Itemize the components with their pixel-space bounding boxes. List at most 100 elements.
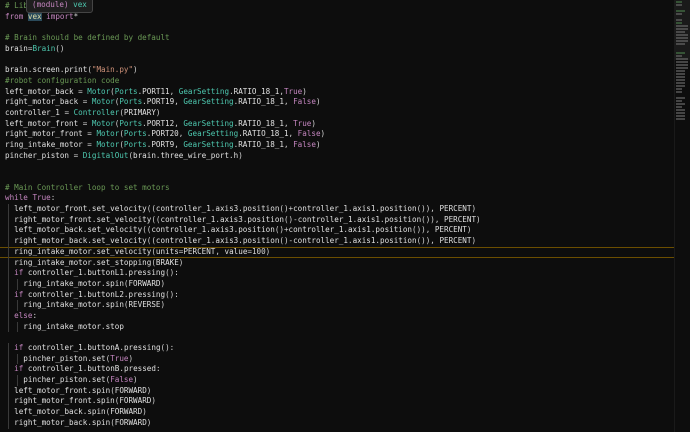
tooltip-prefix: (module) <box>32 0 69 9</box>
code-line[interactable]: pincher_piston = DigitalOut(brain.three_… <box>5 151 675 162</box>
minimap-line <box>676 25 688 27</box>
code-line[interactable]: while True: <box>5 193 675 204</box>
minimap-line <box>676 64 688 66</box>
code-line[interactable]: #robot configuration code <box>5 76 675 87</box>
indent-guide <box>8 310 9 322</box>
minimap-line <box>676 115 685 117</box>
indent-guide <box>8 417 9 429</box>
indent-guide <box>8 214 9 226</box>
minimap-line <box>676 76 685 78</box>
code-line[interactable]: ring_intake_motor.stop <box>5 321 675 333</box>
code-line[interactable] <box>5 332 675 343</box>
code-line[interactable]: left_motor_front.set_velocity((controlle… <box>5 204 675 215</box>
indent-guide <box>8 385 9 397</box>
minimap-line <box>676 37 688 39</box>
indent-guide <box>8 246 9 258</box>
code-editor[interactable]: # Lib from vex import* # Brain should be d… <box>0 0 690 432</box>
code-line[interactable]: # Brain should be defined by default <box>5 33 675 44</box>
code-line[interactable]: # Main Controller loop to set motors <box>5 183 675 194</box>
hover-tooltip: (module) vex <box>26 0 93 13</box>
minimap-line <box>676 106 682 108</box>
indent-guide <box>8 257 9 269</box>
minimap-line <box>676 1 682 3</box>
code-line[interactable]: right_motor_back = Motor(Ports.PORT19, G… <box>5 97 675 108</box>
minimap-slider[interactable] <box>675 0 690 60</box>
code-line[interactable]: ring_intake_motor = Motor(Ports.PORT9, G… <box>5 140 675 151</box>
minimap-line <box>676 61 688 63</box>
indent-guide <box>8 407 9 418</box>
code-line[interactable]: if controller_1.buttonB.pressed: <box>5 364 675 376</box>
tooltip-name: vex <box>73 0 87 9</box>
indent-guide <box>8 375 9 386</box>
minimap-line <box>676 103 685 105</box>
code-line[interactable]: if controller_1.buttonL2.pressing(): <box>5 289 675 301</box>
code-line[interactable]: pincher_piston.set(True) <box>5 353 675 365</box>
minimap-line <box>676 118 685 120</box>
code-line[interactable]: pincher_piston.set(False) <box>5 375 675 386</box>
minimap-line <box>676 13 682 15</box>
minimap[interactable] <box>674 0 690 432</box>
indent-guide <box>8 225 9 237</box>
minimap-line <box>676 85 685 87</box>
minimap-line <box>676 100 682 102</box>
minimap-line <box>676 109 685 111</box>
code-line[interactable]: left_motor_back.set_velocity((controller… <box>5 225 675 237</box>
code-line[interactable]: from vex import* <box>5 11 675 23</box>
code-line[interactable]: left_motor_back.spin(FORWARD) <box>5 407 675 418</box>
indent-guide <box>8 204 9 215</box>
indent-guide <box>17 278 19 290</box>
code-line[interactable]: left_motor_back = Motor(Ports.PORT11, Ge… <box>5 87 675 98</box>
code-line[interactable]: brain.screen.print("Main.py") <box>5 65 675 76</box>
code-line[interactable]: brain=Brain() <box>5 44 675 55</box>
minimap-line <box>676 22 682 24</box>
minimap-line <box>676 34 688 36</box>
code-line[interactable]: right_motor_front = Motor(Ports.PORT20, … <box>5 129 675 140</box>
indent-guide <box>8 268 9 279</box>
minimap-line <box>676 28 688 30</box>
code-line[interactable]: left_motor_front = Motor(Ports.PORT12, G… <box>5 119 675 130</box>
indent-guide <box>8 353 9 365</box>
code-line[interactable]: if controller_1.buttonA.pressing(): <box>5 343 675 354</box>
minimap-line <box>676 82 685 84</box>
code-line[interactable] <box>5 161 675 172</box>
minimap-line <box>676 52 685 54</box>
code-line[interactable]: ring_intake_motor.spin(REVERSE) <box>5 300 675 311</box>
code-line[interactable]: right_motor_back.set_velocity((controlle… <box>5 236 675 247</box>
code-line[interactable]: # Lib <box>5 1 675 12</box>
minimap-line <box>676 40 688 42</box>
code-line[interactable]: right_motor_front.spin(FORWARD) <box>5 396 675 408</box>
code-line[interactable]: ring_intake_motor.spin(FORWARD) <box>5 278 675 290</box>
minimap-line <box>676 55 682 57</box>
indent-guide <box>17 300 19 311</box>
code-line[interactable]: left_motor_front.spin(FORWARD) <box>5 385 675 397</box>
minimap-line <box>676 67 688 69</box>
indent-guide <box>17 353 19 365</box>
indent-guide <box>17 321 19 333</box>
code-line[interactable]: right_motor_back.spin(FORWARD) <box>5 417 675 429</box>
code-area[interactable]: # Lib from vex import* # Brain should be d… <box>0 1 690 429</box>
minimap-line <box>676 97 685 99</box>
indent-guide <box>8 364 9 376</box>
indent-guide <box>8 343 9 354</box>
code-line[interactable]: else: <box>5 310 675 322</box>
code-line[interactable]: ring_intake_motor.set_velocity(units=PER… <box>0 246 690 258</box>
minimap-line <box>676 4 682 6</box>
code-line[interactable] <box>5 172 675 183</box>
code-line[interactable]: controller_1 = Controller(PRIMARY) <box>5 108 675 119</box>
code-line[interactable] <box>5 22 675 33</box>
minimap-line <box>676 31 685 33</box>
code-line[interactable] <box>5 54 675 65</box>
indent-guide <box>8 300 9 311</box>
minimap-line <box>676 88 682 90</box>
minimap-line <box>676 19 682 21</box>
minimap-line <box>676 70 685 72</box>
indent-guide <box>8 289 9 301</box>
minimap-line <box>676 43 685 45</box>
indent-guide <box>8 396 9 408</box>
code-line[interactable]: if controller_1.buttonL1.pressing(): <box>5 268 675 279</box>
code-line[interactable]: right_motor_front.set_velocity((controll… <box>5 214 675 226</box>
code-line[interactable]: ring_intake_motor.set_stopping(BRAKE) <box>5 257 675 269</box>
indent-guide <box>8 278 9 290</box>
indent-guide <box>8 236 9 247</box>
minimap-line <box>676 58 688 60</box>
